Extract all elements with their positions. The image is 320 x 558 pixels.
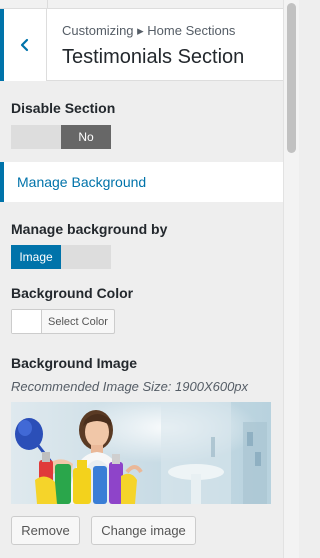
color-swatch	[12, 310, 42, 333]
manage-background-section-link[interactable]: Manage Background	[0, 162, 283, 202]
chevron-left-icon	[20, 38, 29, 52]
disable-section-toggle[interactable]: No	[11, 125, 111, 149]
select-color-button[interactable]: Select Color	[11, 309, 115, 334]
change-image-button[interactable]: Change image	[91, 516, 196, 545]
scrollbar-thumb[interactable]	[287, 3, 296, 153]
toggle-other-option[interactable]	[61, 245, 111, 269]
top-strip-divider	[47, 0, 48, 8]
image-size-hint: Recommended Image Size: 1900X600px	[11, 379, 249, 394]
toggle-no-option[interactable]: No	[61, 125, 111, 149]
cleaning-woman-photo	[11, 402, 271, 504]
remove-image-button[interactable]: Remove	[11, 516, 80, 545]
background-image-preview[interactable]	[11, 402, 271, 504]
scrollbar[interactable]	[283, 0, 299, 558]
toggle-image-option[interactable]: Image	[11, 245, 61, 269]
background-image-label: Background Image	[11, 355, 138, 371]
panel-header: Customizing ▸ Home Sections Testimonials…	[0, 8, 283, 81]
back-button[interactable]	[0, 9, 47, 81]
disable-section-label: Disable Section	[11, 100, 116, 116]
manage-background-by-toggle[interactable]: Image	[11, 245, 111, 269]
breadcrumb: Customizing ▸ Home Sections	[62, 23, 236, 38]
page-title: Testimonials Section	[62, 46, 245, 68]
select-color-label: Select Color	[48, 315, 108, 328]
manage-background-by-label: Manage background by	[11, 221, 168, 237]
toggle-off-option[interactable]	[11, 125, 61, 149]
manage-background-label: Manage Background	[17, 174, 147, 190]
top-strip	[0, 0, 283, 8]
background-color-label: Background Color	[11, 285, 134, 301]
